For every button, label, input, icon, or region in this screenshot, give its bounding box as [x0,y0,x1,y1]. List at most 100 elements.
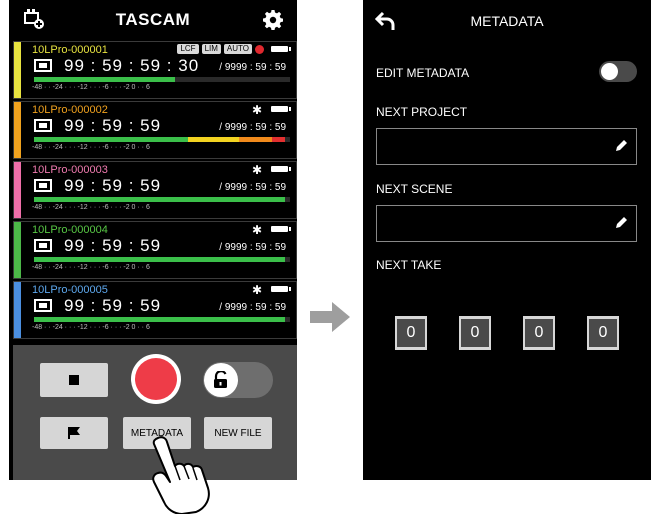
stop-status-icon [34,239,52,252]
battery-icon [271,226,291,232]
meter-scale: -48 · · -24 · · · -12 · · · -6 · · · -2 … [32,84,150,91]
mark-button[interactable] [40,417,108,449]
bluetooth-icon: ✱ [251,223,262,237]
toggle-knob [601,63,618,80]
bluetooth-icon: ✱ [251,103,262,117]
stop-status-icon [34,59,52,72]
stop-status-icon [34,299,52,312]
lock-toggle[interactable] [203,362,273,398]
recorder-list-screen: TASCAM 10LPro-000001 LCF LIM AUTO 99 : 59 : … [9,0,297,480]
app-title: TASCAM [115,10,191,29]
channel-color-stripe [14,222,21,278]
level-meter [34,197,290,202]
take-digit-4[interactable]: 0 [587,316,619,350]
metadata-screen: METADATA EDIT METADATA NEXT PROJECT NEXT… [363,0,651,480]
remaining-time: / 9999 : 59 : 59 [219,242,286,253]
take-digit-3[interactable]: 0 [523,316,555,350]
recording-indicator-icon [255,44,264,54]
stop-button[interactable] [40,363,108,397]
next-take-label: NEXT TAKE [376,258,442,272]
meter-fill [272,197,285,202]
meter-scale: -48 · · -24 · · · -12 · · · -6 · · · -2 … [32,204,150,211]
remaining-time: / 9999 : 59 : 59 [219,182,286,193]
channel-color-stripe [14,282,21,338]
page-title: METADATA [470,13,544,29]
meter-fill [238,317,273,322]
meter-fill [272,257,285,262]
channel-strip[interactable]: 10LPro-000002 ✱ 99 : 59 : 59 / 9999 : 59 : … [13,101,297,159]
bluetooth-icon: ✱ [251,283,262,297]
channel-strip[interactable]: 10LPro-000003 ✱ 99 : 59 : 59 / 9999 : 59 : … [13,161,297,219]
edit-metadata-label: EDIT METADATA [376,66,470,80]
remaining-time: / 9999 : 59 : 59 [219,122,286,133]
level-meter [34,137,290,142]
battery-icon [271,106,291,112]
meter-fill [238,137,273,142]
meter-fill [272,137,285,142]
next-scene-field[interactable] [376,205,637,242]
timecode: 99 : 59 : 59 : 30 [64,56,200,75]
meter-fill [34,197,188,202]
stop-status-icon [34,119,52,132]
edit-metadata-toggle[interactable] [599,61,637,82]
meter-fill [238,257,273,262]
meter-scale: -48 · · -24 · · · -12 · · · -6 · · · -2 … [32,324,150,331]
level-meter [34,257,290,262]
channel-name: 10LPro-000004 [32,224,108,236]
remaining-time: / 9999 : 59 : 59 [219,62,286,73]
channel-name: 10LPro-000003 [32,164,108,176]
arrow-right-icon [310,302,350,332]
record-icon [135,358,177,400]
meter-fill [187,257,239,262]
channel-strip[interactable]: 10LPro-000004 ✱ 99 : 59 : 59 / 9999 : 59 : … [13,221,297,279]
next-scene-label: NEXT SCENE [376,182,453,196]
channel-strip[interactable]: 10LPro-000005 ✱ 99 : 59 : 59 / 9999 : 59 : … [13,281,297,339]
pencil-icon[interactable] [614,216,628,230]
take-digit-2[interactable]: 0 [459,316,491,350]
timecode: 99 : 59 : 59 [64,236,162,255]
channel-color-stripe [14,102,21,158]
next-project-field[interactable] [376,128,637,165]
top-bar: TASCAM [9,0,297,40]
gear-icon[interactable] [263,10,283,30]
channel-name: 10LPro-000005 [32,284,108,296]
channel-strip[interactable]: 10LPro-000001 LCF LIM AUTO 99 : 59 : 59 : 30… [13,41,297,99]
battery-icon [271,286,291,292]
pencil-icon[interactable] [614,139,628,153]
channel-color-stripe [14,42,21,98]
status-badge: LCF [177,44,199,54]
level-meter [34,77,290,82]
bluetooth-icon: ✱ [251,163,262,177]
take-digit-1[interactable]: 0 [395,316,427,350]
status-badge: AUTO [223,44,252,54]
channel-name: 10LPro-000002 [32,104,108,116]
stop-icon [69,375,79,385]
timecode: 99 : 59 : 59 [64,296,162,315]
meter-fill [272,317,285,322]
meter-fill [34,137,188,142]
next-project-label: NEXT PROJECT [376,105,468,119]
channel-color-stripe [14,162,21,218]
meter-fill [34,317,188,322]
flag-icon [68,427,80,439]
battery-icon [271,46,291,52]
meter-fill [187,137,239,142]
record-button[interactable] [131,354,181,404]
lock-open-icon [204,363,238,397]
timecode: 99 : 59 : 59 [64,176,162,195]
meter-fill [34,77,175,82]
battery-icon [271,166,291,172]
stop-status-icon [34,179,52,192]
meter-fill [187,197,239,202]
meter-fill [238,197,273,202]
level-meter [34,317,290,322]
status-badge: LIM [201,44,221,54]
meter-scale: -48 · · -24 · · · -12 · · · -6 · · · -2 … [32,264,150,271]
pointing-hand-icon [152,436,210,514]
channel-name: 10LPro-000001 [32,44,108,56]
meter-scale: -48 · · -24 · · · -12 · · · -6 · · · -2 … [32,144,150,151]
meter-fill [187,317,239,322]
timecode: 99 : 59 : 59 [64,116,162,135]
status-badges: LCF LIM AUTO [177,44,264,54]
remaining-time: / 9999 : 59 : 59 [219,302,286,313]
